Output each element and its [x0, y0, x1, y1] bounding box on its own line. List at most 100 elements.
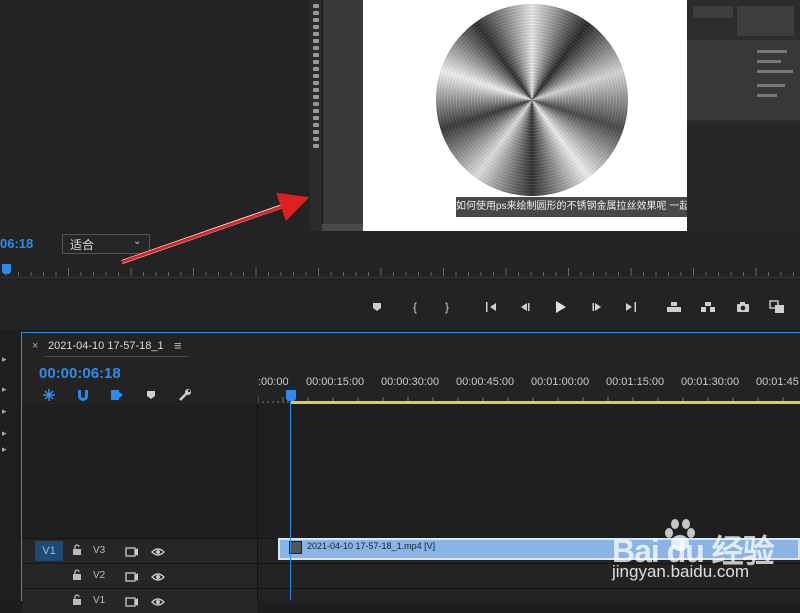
- toggle-sync-lock-icon[interactable]: [125, 569, 139, 587]
- toggle-sync-lock-icon[interactable]: [125, 594, 139, 612]
- lock-icon[interactable]: [72, 569, 82, 583]
- brushed-metal-disc: [436, 4, 628, 196]
- eye-icon[interactable]: [151, 569, 165, 587]
- ps-tool-icon: [313, 95, 319, 99]
- ruler-label: 00:00:30:00: [381, 376, 440, 388]
- ps-panel-line: [757, 70, 793, 73]
- playhead-line[interactable]: [290, 400, 291, 600]
- ps-tool-icon: [313, 39, 319, 43]
- track-select-icon[interactable]: ▸: [2, 384, 12, 394]
- track-row-v1: V1: [22, 588, 800, 613]
- ruler-label: :00:00: [258, 376, 289, 388]
- divider: [0, 277, 800, 278]
- snap-icon[interactable]: [74, 386, 92, 404]
- ps-panel-line: [757, 50, 787, 53]
- ps-status-bar: [322, 224, 363, 231]
- export-frame-icon[interactable]: [732, 296, 754, 318]
- ps-canvas: 如何使用ps来绘制圆形的不锈钢金属拉丝效果呢 一起来看一下吧: [363, 0, 734, 231]
- ps-tool-icon: [313, 53, 319, 57]
- timeline-tools: [40, 386, 200, 404]
- ps-tool-icon: [313, 116, 319, 120]
- ps-tool-icon: [313, 60, 319, 64]
- add-marker-icon[interactable]: [142, 386, 160, 404]
- linked-selection-icon[interactable]: [108, 386, 126, 404]
- transport-controls: { }: [360, 296, 800, 318]
- go-to-out-icon[interactable]: [619, 296, 641, 318]
- track-name[interactable]: V2: [93, 570, 105, 581]
- ps-tool-icon: [313, 81, 319, 85]
- mark-in-icon[interactable]: {: [404, 296, 426, 318]
- eye-icon[interactable]: [151, 594, 165, 612]
- ps-panel-bottom: [687, 124, 800, 231]
- eye-icon[interactable]: [151, 544, 165, 562]
- ps-toolbar: [310, 0, 323, 231]
- ps-tool-icon: [313, 25, 319, 29]
- comparison-view-icon[interactable]: [766, 296, 788, 318]
- ps-panel-line: [757, 60, 781, 63]
- track-header: V1 V3: [22, 539, 257, 563]
- extract-icon[interactable]: [697, 296, 719, 318]
- timeline-playhead[interactable]: [286, 390, 296, 401]
- toggle-sync-lock-icon[interactable]: [125, 544, 139, 562]
- ruler-label: 00:00:15:00: [306, 376, 365, 388]
- panel-menu-icon[interactable]: ≡: [174, 338, 182, 353]
- ps-tool-icon: [313, 11, 319, 15]
- ps-tool-icon: [313, 102, 319, 106]
- pen-tool-icon[interactable]: ▸: [2, 444, 12, 454]
- chevron-down-icon: ⌄: [133, 236, 142, 247]
- ps-tool-icon: [313, 4, 319, 8]
- watermark-url: jingyan.baidu.com: [612, 562, 750, 581]
- track-header: V2: [22, 564, 257, 588]
- mark-out-icon[interactable]: }: [436, 296, 458, 318]
- ps-panel-line: [757, 84, 785, 87]
- tab-underline: [44, 356, 189, 357]
- play-icon[interactable]: [550, 296, 572, 318]
- fit-zoom-value: 适合: [70, 238, 95, 252]
- program-mini-ruler[interactable]: [0, 262, 800, 278]
- track-name[interactable]: V1: [93, 595, 105, 606]
- selection-tool-icon[interactable]: ▸: [2, 354, 12, 364]
- ps-tool-icon: [313, 109, 319, 113]
- source-patch-v1[interactable]: V1: [35, 541, 63, 561]
- ripple-edit-icon[interactable]: ▸: [2, 406, 12, 416]
- ps-tool-icon: [313, 137, 319, 141]
- track-name[interactable]: V3: [93, 545, 105, 556]
- go-to-in-icon[interactable]: [481, 296, 503, 318]
- program-timecode[interactable]: 06:18: [0, 236, 33, 251]
- ps-panel-properties: [737, 6, 794, 36]
- lock-icon[interactable]: [72, 544, 82, 558]
- ps-tool-icon: [313, 144, 319, 148]
- ps-tool-icon: [313, 67, 319, 71]
- ruler-label: 00:01:00:00: [531, 376, 590, 388]
- step-forward-icon[interactable]: [586, 296, 608, 318]
- tools-panel: ▸ ▸ ▸ ▸ ▸: [0, 332, 18, 600]
- program-video-frame: 如何使用ps来绘制圆形的不锈钢金属拉丝效果呢 一起来看一下吧: [310, 0, 800, 231]
- marker-icon[interactable]: [366, 296, 388, 318]
- sequence-tab[interactable]: 2021-04-10 17-57-18_1: [48, 340, 164, 352]
- ps-tool-icon: [313, 130, 319, 134]
- ps-tool-icon: [313, 18, 319, 22]
- program-playhead[interactable]: [2, 264, 11, 274]
- sequence-timecode[interactable]: 00:00:06:18: [39, 365, 121, 382]
- ps-panel-line: [757, 94, 777, 97]
- ps-tool-icon: [313, 46, 319, 50]
- ps-panels: [687, 0, 800, 231]
- ps-tool-icon: [313, 32, 319, 36]
- razor-tool-icon[interactable]: ▸: [2, 428, 12, 438]
- ps-panel-swatch: [693, 6, 733, 18]
- wrench-icon[interactable]: [176, 386, 194, 404]
- ruler-label: 00:01:45: [756, 376, 799, 388]
- ruler-label: 00:01:30:00: [681, 376, 740, 388]
- track-header: V1: [22, 589, 257, 613]
- step-back-icon[interactable]: [514, 296, 536, 318]
- lift-icon[interactable]: [663, 296, 685, 318]
- ps-tool-icon: [313, 74, 319, 78]
- clip-label: 2021-04-10 17-57-18_1.mp4 [V]: [307, 541, 436, 551]
- ps-tool-icon: [313, 88, 319, 92]
- lock-icon[interactable]: [72, 594, 82, 608]
- close-tab-icon[interactable]: ×: [32, 340, 38, 352]
- nest-sequence-icon[interactable]: [40, 386, 58, 404]
- ruler-label: 00:01:15:00: [606, 376, 665, 388]
- ps-tool-icon: [313, 123, 319, 127]
- ruler-label: 00:00:45:00: [456, 376, 515, 388]
